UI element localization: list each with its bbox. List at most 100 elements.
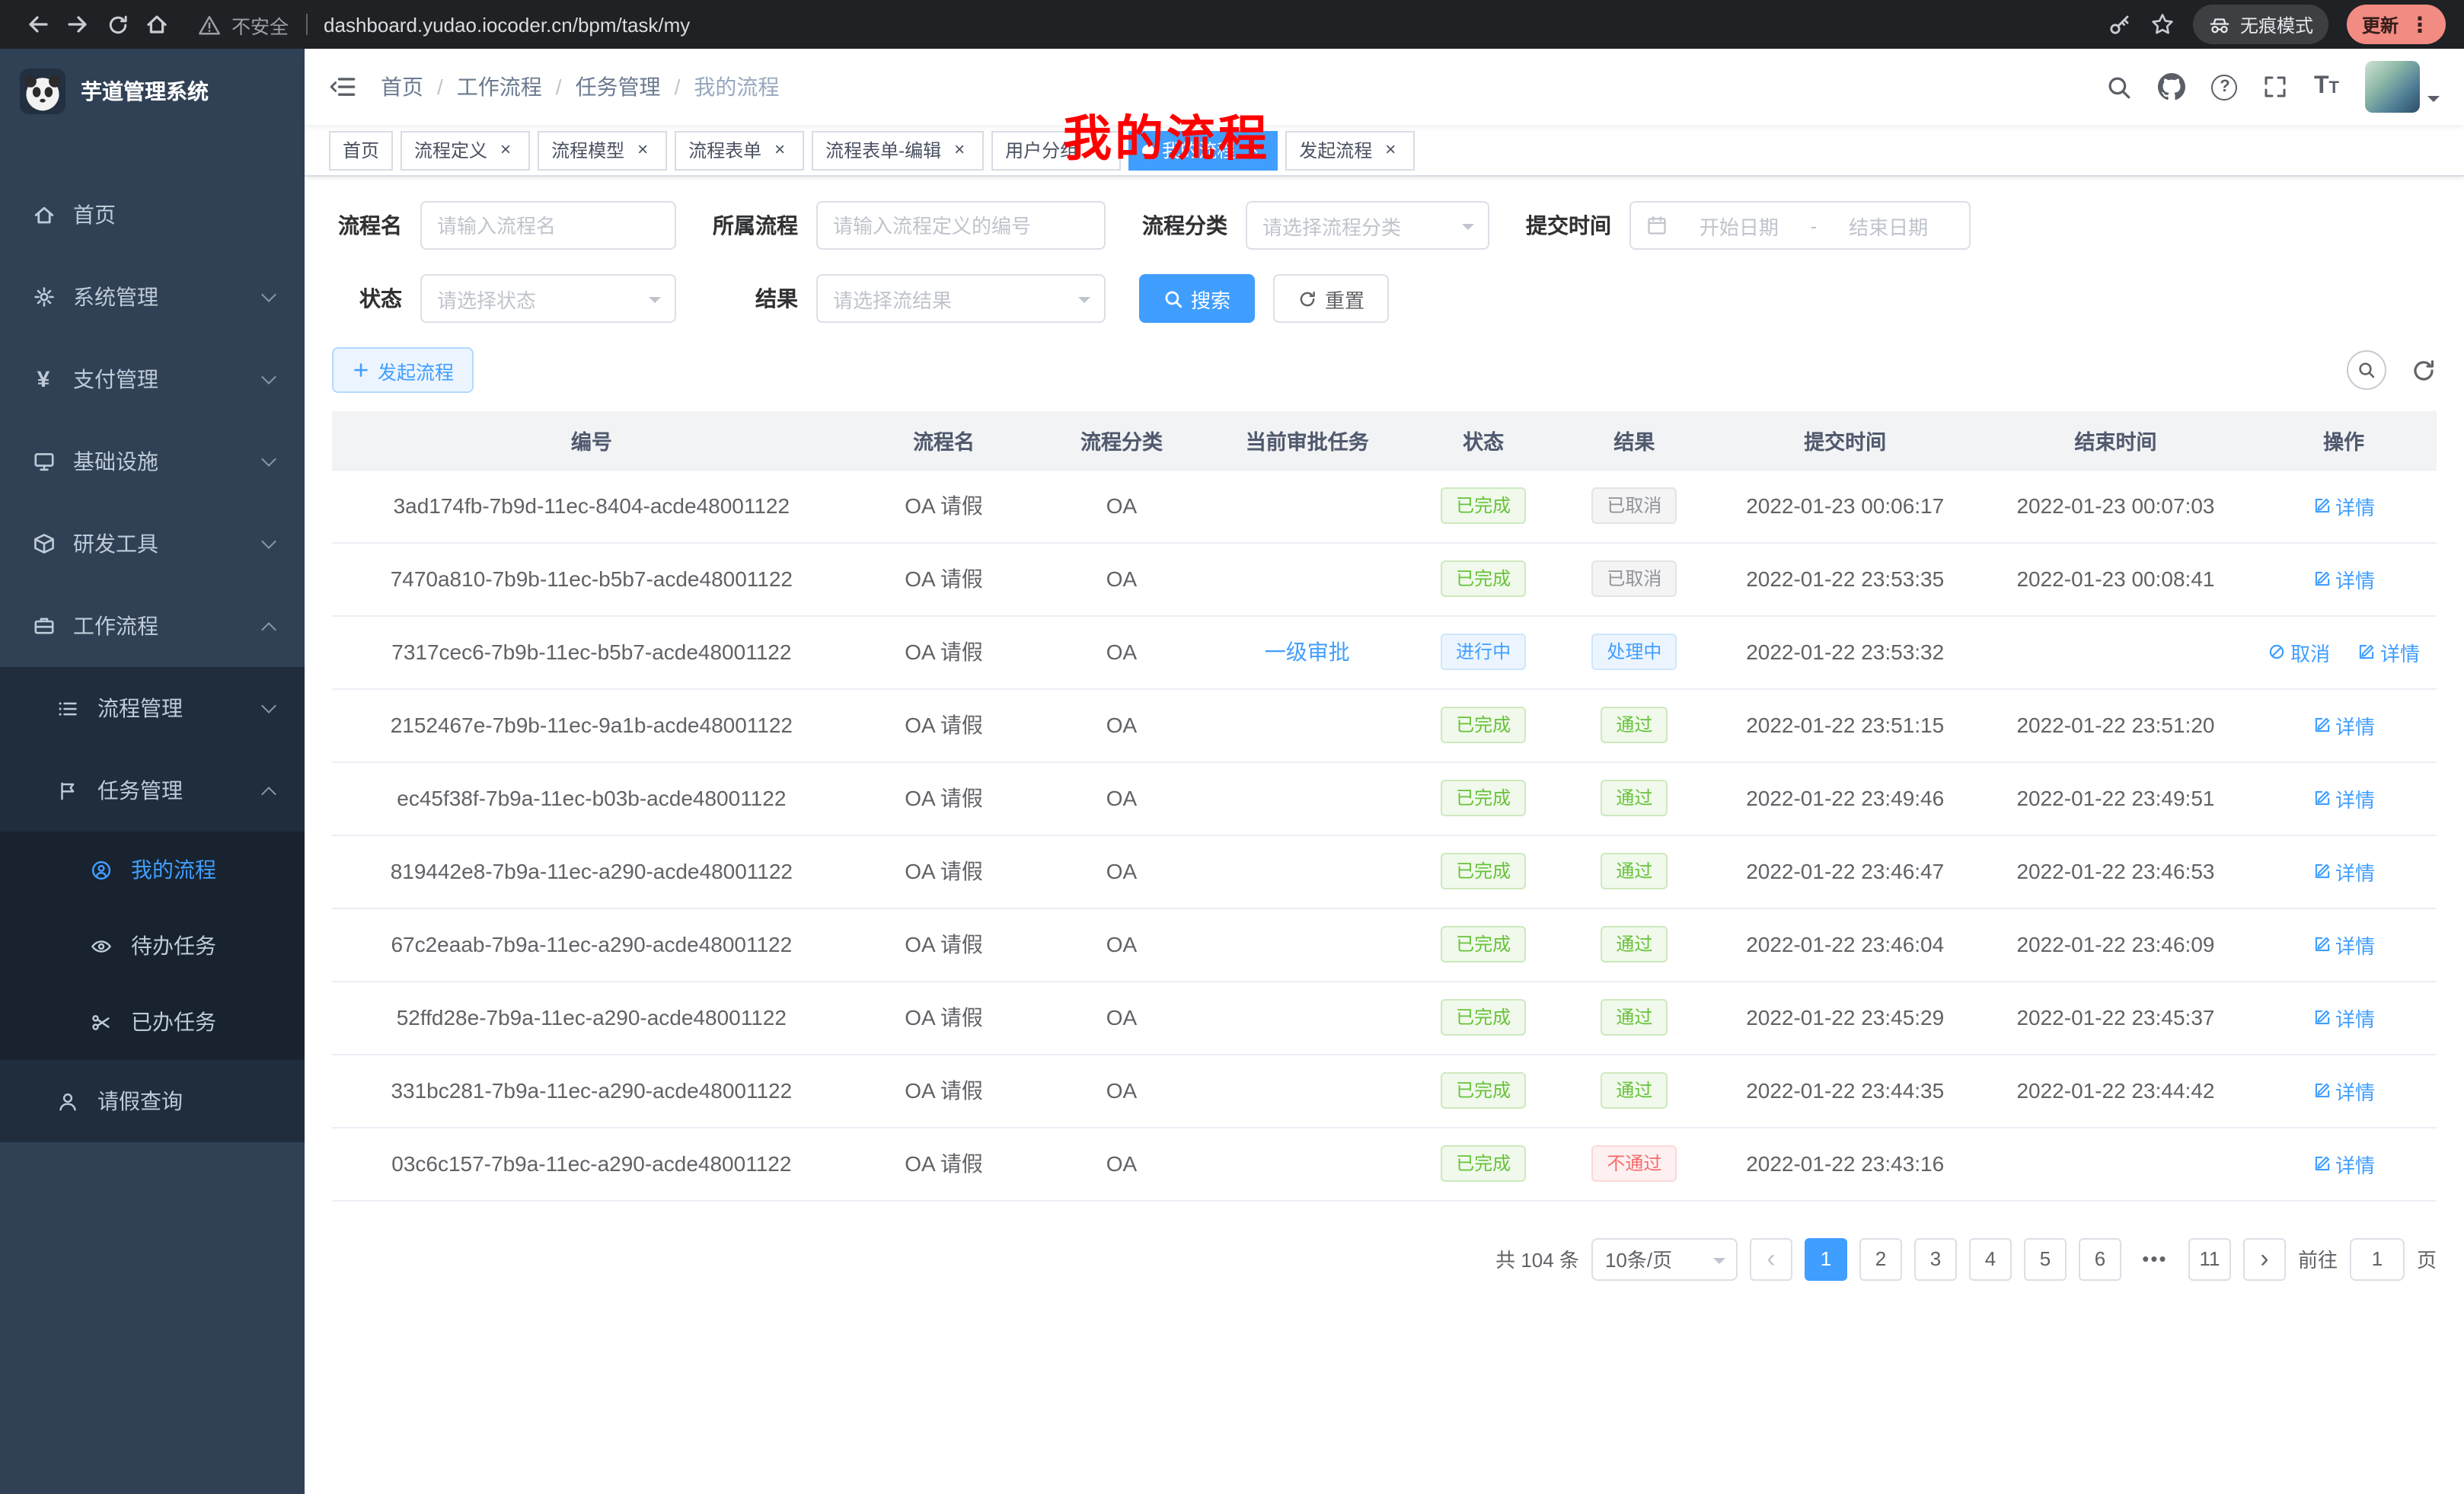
tab-close-icon[interactable]	[769, 139, 790, 161]
tab-close-icon[interactable]	[632, 139, 653, 161]
fullscreen-icon[interactable]	[2264, 75, 2288, 99]
sidebar-item-system[interactable]: 系统管理	[0, 256, 305, 338]
column-header: 提交时间	[1710, 411, 1980, 469]
cell-end-time: 2022-01-22 23:45:37	[1980, 981, 2251, 1054]
status-select[interactable]: 请选择状态	[420, 274, 676, 323]
detail-button[interactable]: 详情	[2312, 1076, 2375, 1105]
reset-button[interactable]: 重置	[1273, 274, 1389, 323]
menu-kebab-icon[interactable]	[2409, 11, 2430, 37]
font-size-icon[interactable]	[2314, 73, 2339, 101]
tab[interactable]: 我的流程	[1128, 130, 1278, 170]
logo-avatar	[20, 69, 65, 114]
key-icon[interactable]	[2108, 12, 2132, 37]
cell-submit-time: 2022-01-22 23:53:32	[1710, 615, 1980, 688]
page-button[interactable]: 6	[2079, 1237, 2121, 1280]
tab[interactable]: 用户分组	[991, 130, 1121, 170]
toggle-search-icon[interactable]	[2347, 350, 2386, 390]
tab-close-icon[interactable]	[1243, 139, 1264, 161]
address-bar[interactable]: 不安全 dashboard.yudao.iocoder.cn/bpm/task/…	[198, 10, 2108, 39]
breadcrumb-item[interactable]: 工作流程	[457, 72, 542, 102]
sidebar-item-devtools[interactable]: 研发工具	[0, 503, 305, 585]
incognito-badge[interactable]: 无痕模式	[2193, 5, 2328, 44]
detail-button[interactable]: 详情	[2312, 857, 2375, 886]
page-button[interactable]: 5	[2024, 1237, 2067, 1280]
bookmark-star-icon[interactable]	[2150, 12, 2175, 37]
start-date[interactable]: 开始日期	[1674, 211, 1805, 240]
sidebar-item-payment[interactable]: 支付管理	[0, 338, 305, 420]
tab-close-icon[interactable]	[949, 139, 970, 161]
create-process-button[interactable]: 发起流程	[332, 347, 474, 393]
page-size-select[interactable]: 10条/页	[1591, 1237, 1738, 1280]
refresh-icon[interactable]	[2411, 357, 2437, 383]
page-button[interactable]: 1	[1805, 1237, 1847, 1280]
submit-time-range-picker[interactable]: 开始日期 - 结束日期	[1629, 201, 1971, 250]
sidebar-item-done-tasks[interactable]: 已办任务	[0, 984, 305, 1060]
tab-close-icon[interactable]	[1380, 139, 1401, 161]
tab[interactable]: 流程定义	[401, 130, 530, 170]
tab-close-icon[interactable]	[495, 139, 516, 161]
tab-close-icon[interactable]	[1086, 139, 1107, 161]
filter-label: 流程分类	[1139, 210, 1227, 241]
sidebar-item-process-management[interactable]: 流程管理	[0, 667, 305, 749]
sidebar-item-my-process[interactable]: 我的流程	[0, 832, 305, 908]
sidebar-item-home[interactable]: 首页	[0, 174, 305, 256]
page-button[interactable]: 3	[1914, 1237, 1957, 1280]
tab[interactable]: 流程模型	[538, 130, 667, 170]
back-icon[interactable]	[18, 5, 58, 44]
table-body: 3ad174fb-7b9d-11ec-8404-acde48001122 OA …	[332, 469, 2437, 1200]
next-page-button[interactable]	[2243, 1237, 2286, 1280]
detail-button[interactable]: 详情	[2312, 1003, 2375, 1032]
detail-label: 详情	[2335, 564, 2375, 593]
detail-button[interactable]: 详情	[2312, 491, 2375, 520]
tab[interactable]: 流程表单-编辑	[812, 130, 984, 170]
sidebar-item-label: 系统管理	[73, 282, 247, 312]
reload-icon[interactable]	[97, 5, 137, 44]
cell-actions: 详情	[2251, 835, 2437, 908]
detail-button[interactable]: 详情	[2312, 930, 2375, 959]
cell-process-name: OA 请假	[851, 615, 1037, 688]
help-icon[interactable]	[2212, 74, 2238, 100]
forward-icon[interactable]	[58, 5, 97, 44]
breadcrumb-item[interactable]: 首页	[381, 72, 423, 102]
sidebar-item-todo-tasks[interactable]: 待办任务	[0, 908, 305, 984]
tab[interactable]: 发起流程	[1285, 130, 1415, 170]
cancel-button[interactable]: 取消	[2268, 637, 2330, 666]
page-list: 1 2 3 4 5 6 •••	[1805, 1237, 2231, 1280]
detail-button[interactable]: 详情	[2312, 1149, 2375, 1178]
home-icon[interactable]	[137, 5, 177, 44]
page-button[interactable]: 11	[2188, 1237, 2231, 1280]
sidebar-item-task-management[interactable]: 任务管理	[0, 749, 305, 832]
cell-id: 52ffd28e-7b9a-11ec-a290-acde48001122	[332, 981, 851, 1054]
sidebar-item-infrastructure[interactable]: 基础设施	[0, 420, 305, 503]
prev-page-button[interactable]	[1750, 1237, 1792, 1280]
avatar[interactable]	[2365, 61, 2420, 113]
breadcrumb-item[interactable]: 任务管理	[576, 72, 661, 102]
category-select[interactable]: 请选择流程分类	[1246, 201, 1489, 250]
tab[interactable]: 流程表单	[675, 130, 804, 170]
search-icon[interactable]	[2107, 74, 2133, 100]
end-date[interactable]: 结束日期	[1823, 211, 1954, 240]
page-button[interactable]: 2	[1859, 1237, 1902, 1280]
detail-button[interactable]: 详情	[2312, 784, 2375, 812]
hamburger-icon[interactable]	[329, 73, 356, 101]
result-select[interactable]: 请选择流结果	[816, 274, 1106, 323]
update-button[interactable]: 更新	[2347, 5, 2446, 44]
task-link[interactable]: 一级审批	[1265, 640, 1350, 664]
app-logo[interactable]: 芋道管理系统	[0, 49, 305, 134]
chevron-up-icon	[261, 621, 276, 637]
process-key-input[interactable]	[816, 201, 1106, 250]
search-button[interactable]: 搜索	[1139, 274, 1255, 323]
sidebar-item-leave-query[interactable]: 请假查询	[0, 1060, 305, 1142]
user-menu[interactable]	[2365, 61, 2440, 113]
goto-page-input[interactable]	[2350, 1237, 2405, 1280]
detail-button[interactable]: 详情	[2312, 710, 2375, 739]
detail-button[interactable]: 详情	[2312, 564, 2375, 593]
page-button[interactable]: 4	[1969, 1237, 2012, 1280]
page-button[interactable]: •••	[2134, 1237, 2176, 1280]
detail-button[interactable]: 详情	[2357, 637, 2420, 666]
tab[interactable]: 首页	[329, 130, 393, 170]
url-text[interactable]: dashboard.yudao.iocoder.cn/bpm/task/my	[324, 13, 690, 36]
process-name-input[interactable]	[420, 201, 676, 250]
github-icon[interactable]	[2159, 73, 2186, 101]
sidebar-item-workflow[interactable]: 工作流程	[0, 585, 305, 667]
